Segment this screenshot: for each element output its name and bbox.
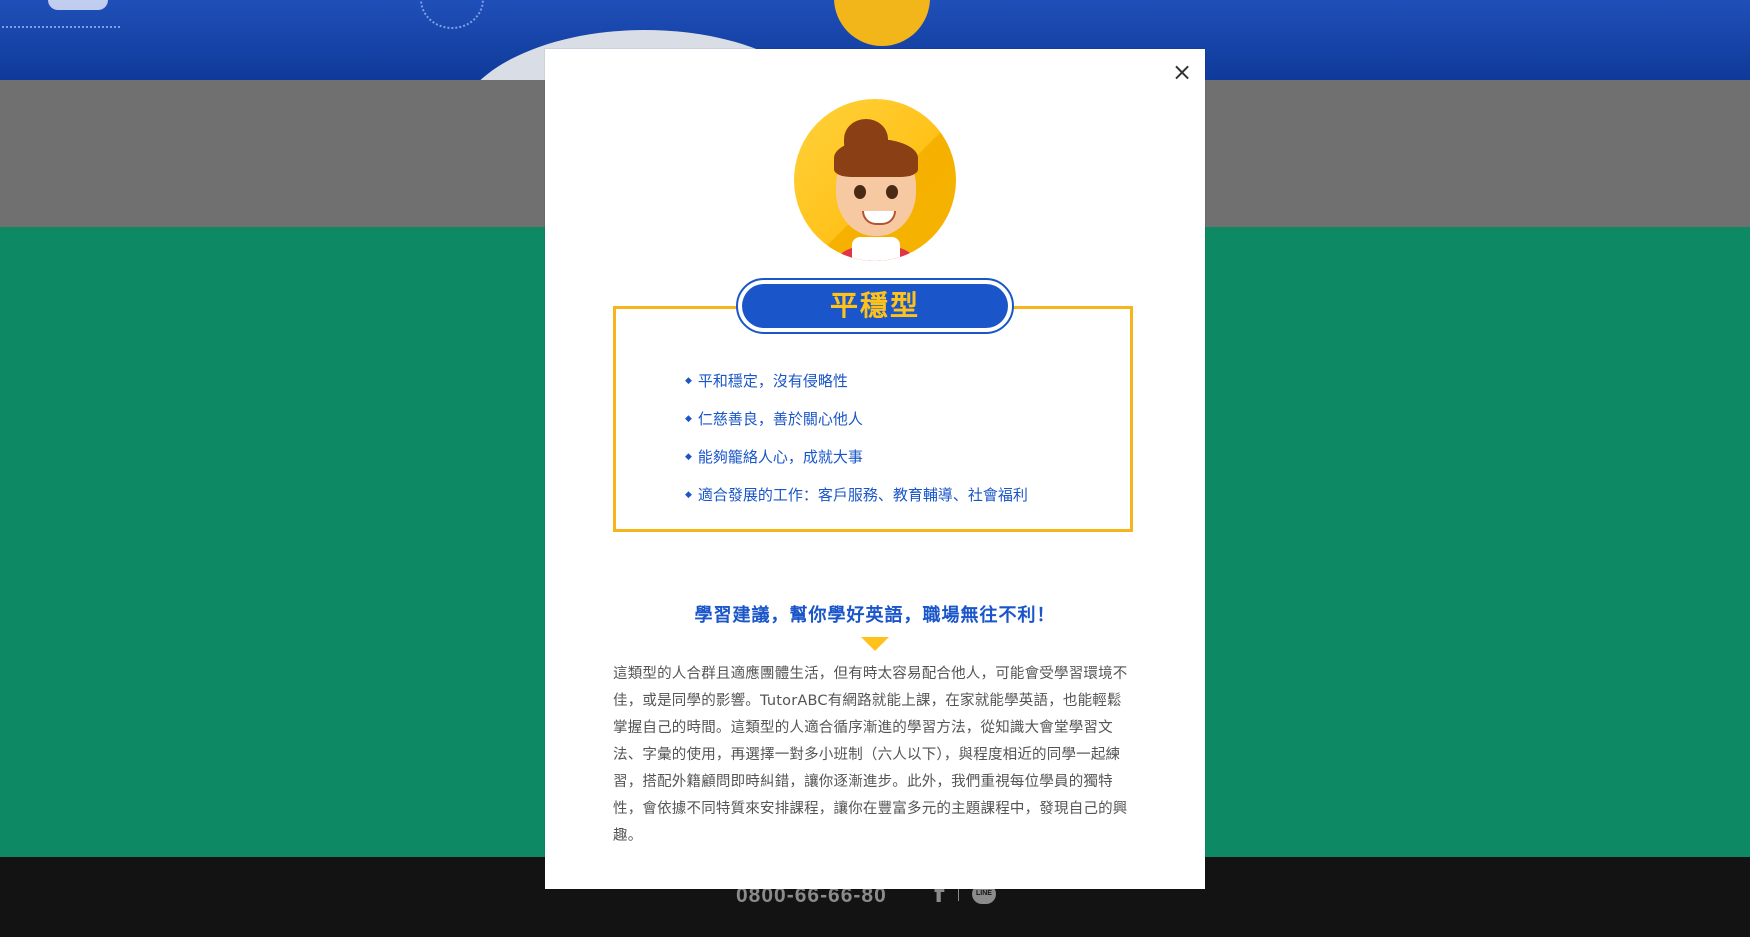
close-icon[interactable]: × xyxy=(1169,59,1195,85)
trait-text: 適合發展的工作：客戶服務、教育輔導、社會福利 xyxy=(697,486,1028,504)
list-item: ◆ 適合發展的工作：客戶服務、教育輔導、社會福利 xyxy=(685,483,1028,521)
avatar-eye xyxy=(854,185,866,199)
decorative-shape xyxy=(48,0,108,10)
avatar-bangs xyxy=(834,139,918,177)
triangle-down-icon xyxy=(861,637,889,651)
diamond-bullet-icon: ◆ xyxy=(685,376,692,386)
avatar-collar xyxy=(852,237,900,261)
decorative-dotted-circle xyxy=(420,0,484,29)
advice-heading: 學習建議，幫你學好英語，職場無往不利！ xyxy=(694,605,1056,626)
avatar-eye xyxy=(886,185,898,199)
footer-divider xyxy=(958,889,959,901)
traits-list: ◆ 平和穩定，沒有侵略性 ◆ 仁慈善良，善於關心他人 ◆ 能夠籠絡人心，成就大事 ◆ 適… xyxy=(685,369,1028,521)
list-item: ◆ 能夠籠絡人心，成就大事 xyxy=(685,445,1028,483)
trait-text: 平和穩定，沒有侵略性 xyxy=(697,372,848,390)
personality-type-badge: 平穩型 xyxy=(736,278,1014,334)
diamond-bullet-icon: ◆ xyxy=(685,414,692,424)
advice-paragraph: 這類型的人合群且適應團體生活，但有時太容易配合他人，可能會受學習環境不佳，或是同… xyxy=(613,666,1128,844)
trait-text: 仁慈善良，善於關心他人 xyxy=(697,410,863,428)
trait-text: 能夠籠絡人心，成就大事 xyxy=(697,448,863,466)
personality-avatar xyxy=(794,99,956,261)
personality-result-modal: × 平穩型 ◆ 平和穩定，沒有侵略性 ◆ 仁慈善良，善於關心他人 ◆ 能夠籠絡人心，成… xyxy=(545,49,1205,889)
list-item: ◆ 平和穩定，沒有侵略性 xyxy=(685,369,1028,407)
diamond-bullet-icon: ◆ xyxy=(685,452,692,462)
personality-type-label: 平穩型 xyxy=(742,284,1008,328)
list-item: ◆ 仁慈善良，善於關心他人 xyxy=(685,407,1028,445)
character-avatar xyxy=(834,0,930,46)
diamond-bullet-icon: ◆ xyxy=(685,490,692,500)
decorative-dotted-line xyxy=(0,20,120,28)
